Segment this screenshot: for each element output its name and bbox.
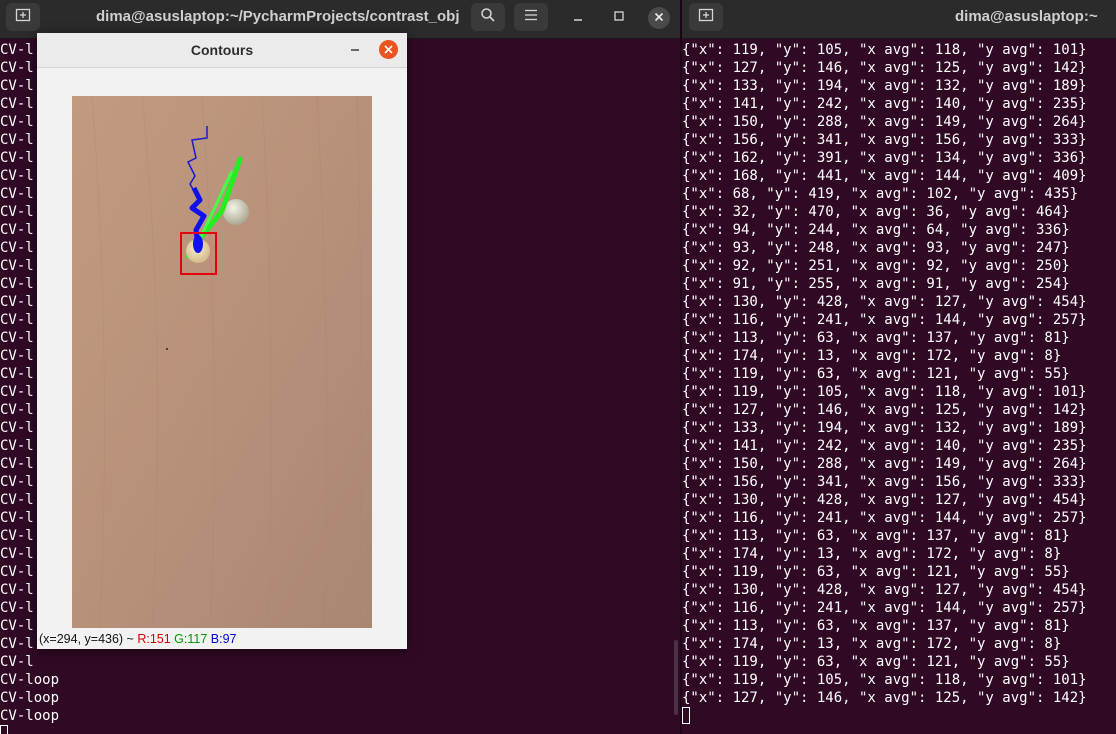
terminal-cursor [682, 707, 1087, 725]
terminal-titlebar-right[interactable]: dima@asuslaptop:~ [682, 0, 1116, 39]
new-tab-icon [15, 7, 31, 28]
camera-frame-image[interactable] [72, 96, 372, 628]
terminal-right-output-line: {"x": 130, "y": 428, "x avg": 127, "y av… [682, 294, 1087, 310]
terminal-cursor [0, 725, 59, 734]
terminal-right-output-line: {"x": 130, "y": 428, "x avg": 127, "y av… [682, 582, 1087, 598]
terminal-window-right[interactable]: dima@asuslaptop:~ {"x": 119, "y": 105, "… [682, 0, 1116, 734]
minimize-icon [572, 9, 584, 27]
terminal-right-output-line: {"x": 127, "y": 146, "x avg": 125, "y av… [682, 60, 1087, 76]
terminal-right-output-line: {"x": 168, "y": 441, "x avg": 144, "y av… [682, 168, 1087, 184]
terminal-right-output-line: {"x": 156, "y": 341, "x avg": 156, "y av… [682, 474, 1087, 490]
blue-trail-end [193, 235, 203, 253]
new-tab-button-left[interactable] [6, 3, 40, 31]
terminal-right-output-line: {"x": 116, "y": 241, "x avg": 144, "y av… [682, 600, 1087, 616]
terminal-left-output-line: CV-loop [0, 708, 60, 724]
search-button[interactable] [471, 3, 505, 31]
terminal-right-output-line: {"x": 127, "y": 146, "x avg": 125, "y av… [682, 690, 1087, 706]
new-tab-button-right[interactable] [689, 3, 723, 31]
terminal-right-output-line: {"x": 141, "y": 242, "x avg": 140, "y av… [682, 438, 1087, 454]
pixel-info-status: (x=294, y=436) ~ R:151 G:117 B:97 [39, 632, 237, 646]
terminal-right-output-line: {"x": 92, "y": 251, "x avg": 92, "y avg"… [682, 258, 1070, 274]
hamburger-menu-icon [524, 8, 538, 26]
contours-close-button[interactable] [379, 40, 398, 59]
terminal-right-output-line: {"x": 119, "y": 63, "x avg": 121, "y avg… [682, 366, 1070, 382]
terminal-right-output-line: {"x": 174, "y": 13, "x avg": 172, "y avg… [682, 636, 1062, 652]
terminal-right-output-line: {"x": 32, "y": 470, "x avg": 36, "y avg"… [682, 204, 1070, 220]
terminal-right-output-line: {"x": 141, "y": 242, "x avg": 140, "y av… [682, 96, 1087, 112]
terminal-right-output-line: {"x": 130, "y": 428, "x avg": 127, "y av… [682, 492, 1087, 508]
minimize-button[interactable] [565, 5, 591, 31]
terminal-left-output-line: CV-loop [0, 672, 60, 688]
terminal-right-output-line: {"x": 68, "y": 419, "x avg": 102, "y avg… [682, 186, 1079, 202]
menu-button[interactable] [514, 3, 548, 31]
cursor-coordinates: (x=294, y=436) ~ [39, 632, 138, 646]
terminal-right-output-line: {"x": 116, "y": 241, "x avg": 144, "y av… [682, 510, 1087, 526]
terminal-right-output-line: {"x": 93, "y": 248, "x avg": 93, "y avg"… [682, 240, 1070, 256]
contours-minimize-button[interactable] [347, 41, 363, 57]
terminal-right-output-line: {"x": 113, "y": 63, "x avg": 137, "y avg… [682, 618, 1070, 634]
terminal-left-output-line: CV-l [0, 654, 34, 670]
terminal-right-output-line: {"x": 119, "y": 63, "x avg": 121, "y avg… [682, 654, 1070, 670]
contours-window[interactable]: Contours (x=294, y=436) ~ R:151 G:117 B:… [37, 33, 407, 649]
search-icon [480, 7, 496, 28]
close-icon [384, 41, 393, 59]
terminal-output-right: {"x": 119, "y": 105, "x avg": 118, "y av… [682, 41, 1087, 725]
pixel-red-value: R:151 [137, 632, 171, 646]
terminal-right-output-line: {"x": 127, "y": 146, "x avg": 125, "y av… [682, 402, 1087, 418]
terminal-right-output-line: {"x": 133, "y": 194, "x avg": 132, "y av… [682, 78, 1087, 94]
terminal-right-output-line: {"x": 156, "y": 341, "x avg": 156, "y av… [682, 132, 1087, 148]
terminal-title-right: dima@asuslaptop:~ [955, 8, 1098, 25]
contours-titlebar[interactable]: Contours [37, 33, 407, 68]
scrollbar-thumb[interactable] [674, 640, 678, 715]
terminal-right-output-line: {"x": 174, "y": 13, "x avg": 172, "y avg… [682, 348, 1062, 364]
terminal-right-output-line: {"x": 119, "y": 63, "x avg": 121, "y avg… [682, 564, 1070, 580]
terminal-right-output-line: {"x": 150, "y": 288, "x avg": 149, "y av… [682, 456, 1087, 472]
maximize-button[interactable] [606, 5, 632, 31]
maximize-icon [613, 9, 625, 27]
terminal-right-output-line: {"x": 119, "y": 105, "x avg": 118, "y av… [682, 672, 1087, 688]
terminal-right-output-line: {"x": 113, "y": 63, "x avg": 137, "y avg… [682, 330, 1070, 346]
terminal-right-output-line: {"x": 133, "y": 194, "x avg": 132, "y av… [682, 420, 1087, 436]
terminal-right-output-line: {"x": 150, "y": 288, "x avg": 149, "y av… [682, 114, 1087, 130]
close-button[interactable] [648, 7, 670, 29]
close-icon [654, 9, 664, 27]
pixel-green-value: G:117 [174, 632, 208, 646]
minimize-icon [350, 40, 360, 58]
terminal-right-output-line: {"x": 94, "y": 244, "x avg": 64, "y avg"… [682, 222, 1070, 238]
terminal-left-output-line: CV-loop [0, 690, 60, 706]
terminal-right-output-line: {"x": 174, "y": 13, "x avg": 172, "y avg… [682, 546, 1062, 562]
terminal-right-output-line: {"x": 119, "y": 105, "x avg": 118, "y av… [682, 42, 1087, 58]
terminal-right-output-line: {"x": 162, "y": 391, "x avg": 134, "y av… [682, 150, 1087, 166]
pixel-blue-value: B:97 [210, 632, 237, 646]
terminal-right-output-line: {"x": 113, "y": 63, "x avg": 137, "y avg… [682, 528, 1070, 544]
terminal-right-output-line: {"x": 91, "y": 255, "x avg": 91, "y avg"… [682, 276, 1070, 292]
terminal-right-output-line: {"x": 116, "y": 241, "x avg": 144, "y av… [682, 312, 1087, 328]
wood-table-background [72, 96, 372, 628]
terminal-right-output-line: {"x": 119, "y": 105, "x avg": 118, "y av… [682, 384, 1087, 400]
new-tab-icon [698, 7, 714, 28]
